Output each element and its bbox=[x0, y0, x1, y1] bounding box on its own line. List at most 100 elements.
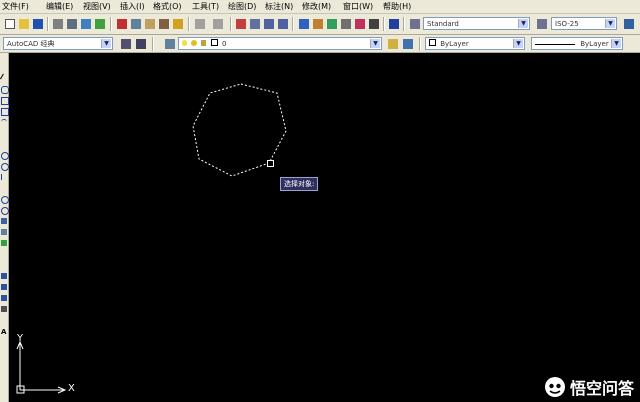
color-value: ByLayer bbox=[440, 40, 469, 48]
zoom-previous-icon[interactable] bbox=[276, 17, 290, 31]
paste-icon[interactable] bbox=[143, 17, 157, 31]
menu-dimension[interactable]: 标注(N) bbox=[265, 1, 293, 12]
linetype-value: ByLayer bbox=[580, 40, 609, 48]
layer-select[interactable]: 0 ▼ bbox=[178, 37, 382, 50]
tool-palettes-icon[interactable] bbox=[325, 17, 339, 31]
text-style-select[interactable]: Standard ▼ bbox=[423, 17, 530, 30]
workspace-select[interactable]: AutoCAD 经典 ▼ bbox=[3, 37, 113, 50]
revision-cloud-icon[interactable] bbox=[1, 163, 9, 171]
menu-modify[interactable]: 修改(M) bbox=[302, 1, 331, 12]
3d-dwf-icon[interactable] bbox=[93, 17, 107, 31]
markup-icon[interactable] bbox=[353, 17, 367, 31]
ucs-y-label: Y bbox=[17, 333, 24, 344]
publish-icon[interactable] bbox=[79, 17, 93, 31]
color-swatch-icon bbox=[210, 39, 218, 46]
insert-block-icon[interactable] bbox=[1, 218, 7, 224]
menu-file[interactable]: 文件(F) bbox=[2, 1, 29, 12]
watermark-text: 悟空问答 bbox=[569, 379, 634, 398]
rectangle-icon[interactable] bbox=[1, 108, 9, 116]
layer-value: 0 bbox=[221, 40, 227, 48]
text-style-icon[interactable] bbox=[408, 17, 422, 31]
chevron-down-icon: ▼ bbox=[513, 39, 523, 48]
workspace-save-icon[interactable] bbox=[134, 37, 148, 51]
copy-icon[interactable] bbox=[129, 17, 143, 31]
save-icon[interactable] bbox=[31, 17, 45, 31]
arc-icon[interactable] bbox=[1, 119, 7, 126]
gradient-icon[interactable] bbox=[1, 284, 7, 290]
redo-icon[interactable] bbox=[211, 17, 225, 31]
menu-tools[interactable]: 工具(T) bbox=[192, 1, 219, 12]
hatch-icon[interactable] bbox=[1, 273, 7, 279]
chevron-down-icon: ▼ bbox=[370, 39, 380, 48]
zoom-realtime-icon[interactable] bbox=[248, 17, 262, 31]
watermark: 悟空问答 bbox=[544, 376, 634, 398]
menu-format[interactable]: 格式(O) bbox=[153, 1, 182, 12]
ucs-icon bbox=[16, 340, 67, 394]
chevron-down-icon: ▼ bbox=[605, 19, 615, 28]
ucs-x-label: X bbox=[68, 383, 75, 394]
line-icon[interactable] bbox=[0, 73, 10, 83]
draw-toolbar: A bbox=[0, 53, 10, 402]
watermark-logo-icon bbox=[544, 377, 565, 397]
menu-draw[interactable]: 绘图(D) bbox=[228, 1, 256, 12]
lock-icon bbox=[201, 40, 207, 46]
workspace-settings-icon[interactable] bbox=[119, 37, 133, 51]
polyline-icon[interactable] bbox=[1, 86, 9, 94]
workspace-value: AutoCAD 经典 bbox=[7, 40, 55, 48]
menu-window[interactable]: 窗口(W) bbox=[343, 1, 373, 12]
linetype-line-icon bbox=[535, 43, 575, 45]
text-style-value: Standard bbox=[427, 20, 459, 28]
dim-style-value: ISO-25 bbox=[555, 20, 579, 28]
cut-icon[interactable] bbox=[115, 17, 129, 31]
spline-icon[interactable] bbox=[1, 174, 8, 180]
menu-help[interactable]: 帮助(H) bbox=[383, 1, 411, 12]
layers-toolbar: AutoCAD 经典 ▼ 0 ▼ ByLayer ▼ ByLayer ▼ bbox=[0, 35, 640, 53]
standard-toolbar: Standard ▼ ISO-25 ▼ bbox=[0, 14, 640, 35]
region-icon[interactable] bbox=[1, 295, 7, 301]
chevron-down-icon: ▼ bbox=[101, 39, 111, 48]
layer-previous-icon[interactable] bbox=[401, 37, 415, 51]
table-icon[interactable] bbox=[1, 306, 7, 312]
menu-view[interactable]: 视图(V) bbox=[83, 1, 111, 12]
chevron-down-icon: ▼ bbox=[611, 39, 621, 48]
table-style-icon[interactable] bbox=[622, 17, 636, 31]
undo-icon[interactable] bbox=[193, 17, 207, 31]
match-properties-icon[interactable] bbox=[157, 17, 171, 31]
design-center-icon[interactable] bbox=[311, 17, 325, 31]
dynamic-input-tooltip: 选择对象: bbox=[280, 177, 319, 191]
circle-icon[interactable] bbox=[1, 152, 9, 160]
sun-icon bbox=[191, 40, 198, 46]
canvas-graphics bbox=[16, 83, 287, 394]
bulb-icon bbox=[182, 40, 187, 46]
point-icon[interactable] bbox=[1, 240, 7, 246]
calculator-icon[interactable] bbox=[367, 17, 381, 31]
polygon-icon[interactable] bbox=[1, 97, 9, 105]
new-file-icon[interactable] bbox=[3, 17, 17, 31]
multiline-text-icon[interactable]: A bbox=[1, 329, 7, 336]
ellipse-icon[interactable] bbox=[1, 196, 9, 204]
print-preview-icon[interactable] bbox=[65, 17, 79, 31]
print-icon[interactable] bbox=[51, 17, 65, 31]
make-current-layer-icon[interactable] bbox=[386, 37, 400, 51]
block-editor-icon[interactable] bbox=[171, 17, 185, 31]
pickbox-cursor bbox=[267, 160, 274, 167]
menu-edit[interactable]: 编辑(E) bbox=[46, 1, 73, 12]
dim-style-icon[interactable] bbox=[535, 17, 549, 31]
make-block-icon[interactable] bbox=[1, 229, 7, 235]
open-file-icon[interactable] bbox=[17, 17, 31, 31]
properties-icon[interactable] bbox=[297, 17, 311, 31]
color-select[interactable]: ByLayer ▼ bbox=[425, 37, 525, 50]
sheet-set-icon[interactable] bbox=[339, 17, 353, 31]
menu-insert[interactable]: 插入(I) bbox=[120, 1, 145, 12]
layer-manager-icon[interactable] bbox=[163, 37, 177, 51]
linetype-select[interactable]: ByLayer ▼ bbox=[531, 37, 623, 50]
dim-style-select[interactable]: ISO-25 ▼ bbox=[551, 17, 617, 30]
ellipse-arc-icon[interactable] bbox=[1, 207, 9, 215]
zoom-window-icon[interactable] bbox=[262, 17, 276, 31]
pan-icon[interactable] bbox=[234, 17, 248, 31]
menu-bar: 文件(F) 编辑(E) 视图(V) 插入(I) 格式(O) 工具(T) 绘图(D… bbox=[0, 0, 640, 14]
help-icon[interactable] bbox=[387, 17, 401, 31]
drawing-canvas[interactable] bbox=[9, 53, 640, 402]
chevron-down-icon: ▼ bbox=[518, 19, 528, 28]
color-swatch-icon bbox=[429, 39, 436, 46]
